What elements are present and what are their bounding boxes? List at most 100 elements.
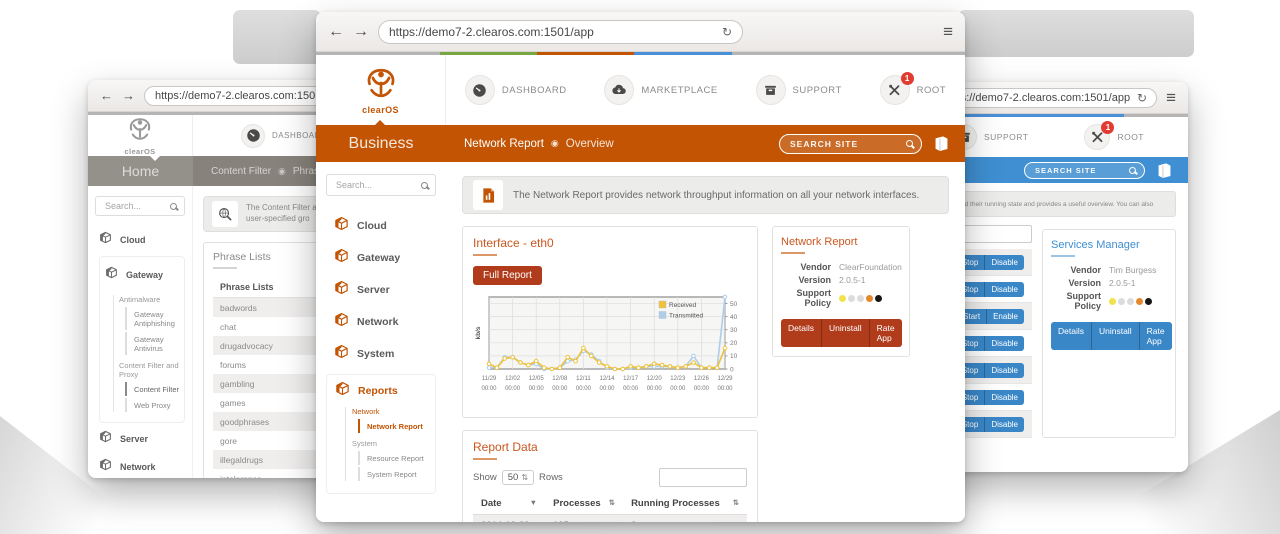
support-policy-label: Support Policy	[781, 288, 839, 308]
disable-button[interactable]: Disable	[985, 417, 1024, 432]
info-text: The Network Report provides network thro…	[513, 190, 919, 201]
sidebar-item-server[interactable]: Server	[99, 425, 185, 453]
reload-icon[interactable]: ↻	[722, 25, 732, 39]
center-main: The Network Report provides network thro…	[446, 162, 965, 522]
clearos-logo-cell[interactable]: clearOS	[88, 115, 193, 156]
throughput-chart: 01020304050kb/s11/2900:0012/0200:0012/05…	[473, 291, 747, 408]
sidebar-search[interactable]	[326, 174, 436, 196]
column-header-date[interactable]: Date▼	[473, 493, 545, 515]
svg-text:12/20: 12/20	[647, 376, 663, 382]
sort-icon[interactable]: ⇅	[733, 498, 739, 507]
disable-button[interactable]: Disable	[985, 336, 1024, 351]
search-icon	[906, 140, 913, 147]
details-button[interactable]: Details	[781, 319, 822, 347]
center-body: Cloud Gateway Server Network System Repo…	[316, 162, 965, 522]
sidebar-item-reports[interactable]: Reports	[335, 381, 429, 401]
forward-icon[interactable]: →	[353, 24, 369, 40]
center-sidebar: Cloud Gateway Server Network System Repo…	[316, 162, 446, 522]
url-text: https://demo7-2.clearos.com:1501/app	[389, 25, 594, 39]
full-report-button[interactable]: Full Report	[473, 266, 542, 285]
svg-text:00:00: 00:00	[623, 386, 639, 392]
tree-group-label: Network	[352, 407, 429, 416]
nav-label: MARKETPLACE	[641, 85, 717, 96]
nav-item-support[interactable]: SUPPORT	[756, 75, 842, 105]
back-icon[interactable]: ←	[328, 24, 344, 40]
url-bar[interactable]: https://demo7-2.clearos.com:1501/app ↻	[378, 20, 743, 44]
sidebar-item-cloud[interactable]: Cloud	[99, 226, 185, 254]
table-filter-input[interactable]	[958, 225, 1032, 243]
nav-item-dashboard[interactable]: DASHBOARD	[241, 124, 327, 148]
search-icon	[1129, 167, 1136, 174]
menu-icon[interactable]: ≡	[943, 23, 953, 40]
background-window-silhouette-left	[233, 10, 321, 64]
rate-app-button[interactable]: Rate App	[1140, 322, 1172, 350]
sort-icon[interactable]: ⇅	[609, 498, 615, 507]
book-icon[interactable]	[932, 134, 951, 153]
sidebar-search-input[interactable]	[103, 200, 170, 212]
sidebar-search[interactable]	[95, 196, 185, 216]
uninstall-button[interactable]: Uninstall	[822, 319, 870, 347]
svg-text:Transmitted: Transmitted	[669, 313, 703, 320]
tree-item-resource-report[interactable]: Resource Report	[358, 451, 429, 465]
nav-item-dashboard[interactable]: DASHBOARD	[465, 75, 567, 105]
card-title: Report Data	[473, 440, 747, 454]
search-site-input[interactable]	[788, 138, 906, 150]
search-icon	[421, 182, 428, 189]
sidebar-item-gateway[interactable]: Gateway	[105, 261, 180, 289]
enable-button[interactable]: Enable	[987, 309, 1024, 324]
tree-group-label: System	[352, 439, 429, 448]
svg-text:00:00: 00:00	[481, 386, 497, 392]
sidebar-search-input[interactable]	[334, 179, 421, 191]
nav-item-root[interactable]: 1 ROOT	[1084, 124, 1144, 150]
logo-text: clearOS	[124, 147, 155, 156]
menu-icon[interactable]: ≡	[1166, 89, 1176, 106]
column-header-processes[interactable]: Processes⇅	[545, 493, 623, 515]
sidebar-item-network[interactable]: Network	[334, 306, 436, 338]
tree-group: System Resource Report System Report	[352, 439, 429, 481]
svg-text:12/14: 12/14	[599, 376, 615, 382]
svg-text:30: 30	[730, 327, 738, 334]
support-dot	[1109, 298, 1116, 305]
sidebar-item-server[interactable]: Server	[334, 274, 436, 306]
sidebar-item-cloud[interactable]: Cloud	[334, 210, 436, 242]
tree-item-gateway-antiphishing[interactable]: Gateway Antiphishing	[125, 307, 180, 330]
title-rule	[781, 252, 805, 254]
table-filter-input[interactable]	[659, 468, 747, 487]
search-site-input[interactable]	[1033, 165, 1129, 176]
back-icon[interactable]: ←	[100, 89, 113, 102]
services-manager-card: Services Manager VendorTim Burgess Versi…	[1042, 229, 1176, 438]
info-text: nd their running state and provides a us…	[961, 201, 1153, 208]
sort-icon[interactable]: ▼	[530, 498, 537, 507]
disable-button[interactable]: Disable	[985, 255, 1024, 270]
sidebar-item-system[interactable]: System	[334, 338, 436, 370]
nav-item-root[interactable]: 1 ROOT	[880, 75, 946, 105]
nav-item-marketplace[interactable]: MARKETPLACE	[604, 75, 717, 105]
search-site[interactable]	[1024, 162, 1145, 179]
sidebar-item-gateway[interactable]: Gateway	[334, 242, 436, 274]
service-actions: Stop Disable	[956, 255, 1024, 270]
tree-item-gateway-antivirus[interactable]: Gateway Antivirus	[125, 332, 180, 355]
interface-chart-card: Interface - eth0 Full Report 01020304050…	[462, 226, 758, 418]
cube-icon	[99, 231, 112, 249]
book-icon[interactable]	[1155, 161, 1174, 180]
disable-button[interactable]: Disable	[985, 363, 1024, 378]
version-value: 2.0.5-1	[839, 275, 865, 285]
details-button[interactable]: Details	[1051, 322, 1092, 350]
tree-item-system-report[interactable]: System Report	[358, 467, 429, 481]
column-header-running-processes[interactable]: Running Processes⇅	[623, 493, 747, 515]
sidebar-item-network[interactable]: Network	[99, 453, 185, 478]
rate-app-button[interactable]: Rate App	[870, 319, 902, 347]
disable-button[interactable]: Disable	[985, 282, 1024, 297]
svg-text:00:00: 00:00	[670, 386, 686, 392]
tree-item-content-filter[interactable]: Content Filter	[125, 382, 180, 396]
tree-item-web-proxy[interactable]: Web Proxy	[125, 398, 180, 412]
disable-button[interactable]: Disable	[985, 390, 1024, 405]
page-size-select[interactable]: 50 ⇅	[502, 470, 534, 485]
uninstall-button[interactable]: Uninstall	[1092, 322, 1140, 350]
reload-icon[interactable]: ↻	[1137, 91, 1147, 105]
forward-icon[interactable]: →	[122, 89, 135, 102]
search-site[interactable]	[779, 134, 922, 154]
vendor-value: ClearFoundation	[839, 262, 902, 272]
tree-item-network-report[interactable]: Network Report	[358, 419, 429, 433]
breadcrumb-separator-icon: ◉	[278, 166, 286, 177]
